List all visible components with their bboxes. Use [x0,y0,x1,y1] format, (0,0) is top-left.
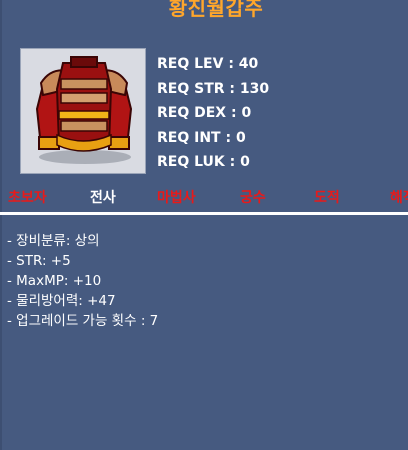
stat-upgrade-slots: - 업그레이드 가능 횟수 : 7 [7,313,159,329]
req-level: REQ LEV : 40 [157,56,259,72]
job-warrior: 전사 [90,190,116,206]
stat-category: - 장비분류: 상의 [7,233,100,249]
job-beginner: 초보자 [8,190,47,206]
requirements-list: REQ LEV : 40 REQ STR : 130 REQ DEX : 0 R… [157,52,269,175]
job-thief: 도적 [314,190,340,206]
stat-str: - STR: +5 [7,253,71,269]
stat-maxmp: - MaxMP: +10 [7,273,102,289]
window-frame [0,0,2,450]
section-divider [0,212,408,215]
red-armor-top-icon [35,56,133,164]
stat-defense: - 물리방어력: +47 [7,293,116,309]
req-int: REQ INT : 0 [157,129,246,146]
req-dex: REQ DEX : 0 [157,105,252,121]
job-archer: 궁수 [240,190,266,206]
job-pirate: 해적 [390,190,408,206]
req-str: REQ STR : 130 [157,80,270,97]
item-stats-list: - 장비분류: 상의 - STR: +5 - MaxMP: +10 - 물리방어… [7,231,158,331]
item-title: 황진월갑주 [168,0,264,20]
job-restrictions: 초보자 전사 마법사 궁수 도적 해적 [0,187,408,209]
item-icon-frame [20,48,146,174]
req-luk: REQ LUK : 0 [157,154,250,170]
job-magician: 마법사 [157,190,196,206]
